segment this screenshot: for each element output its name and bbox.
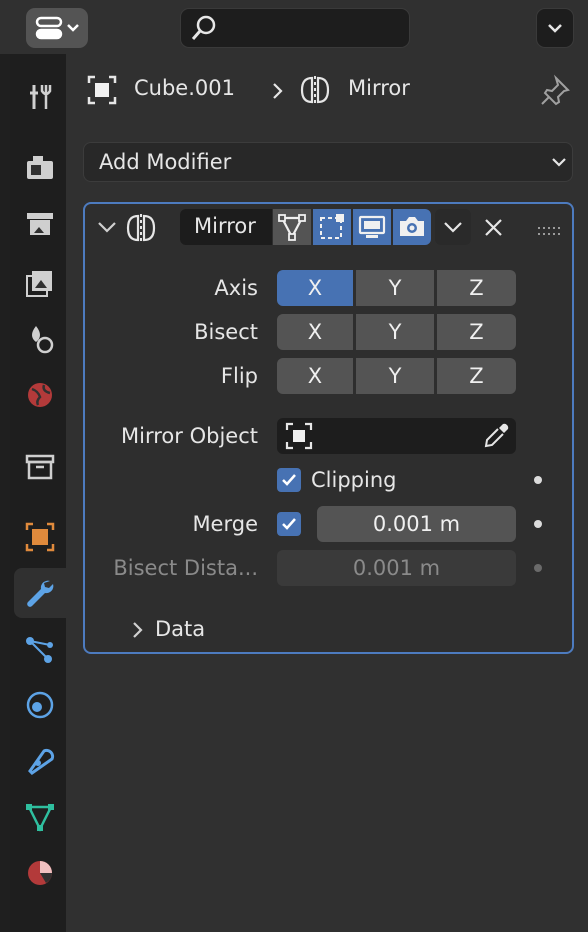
- tab-output[interactable]: [14, 198, 66, 248]
- on-cage-icon: [320, 214, 344, 239]
- bisect-label: Bisect: [194, 320, 258, 344]
- flip-x-toggle[interactable]: X: [277, 358, 353, 394]
- tab-modifiers[interactable]: [14, 568, 66, 618]
- editor-type-icon: [35, 16, 79, 40]
- search-input[interactable]: [180, 8, 410, 48]
- keyframe-dot-icon: [534, 564, 542, 572]
- data-subpanel-header[interactable]: Data: [155, 617, 205, 641]
- bisect-distance-label: Bisect Dista...: [113, 556, 258, 580]
- object-icon: [86, 74, 118, 106]
- flip-label: Flip: [220, 364, 258, 388]
- chevron-down-icon: [552, 158, 566, 167]
- flip-y-toggle[interactable]: Y: [356, 358, 434, 394]
- clipping-label: Clipping: [311, 468, 397, 492]
- mirror-modifier-icon: [298, 74, 332, 106]
- add-modifier-label: Add Modifier: [99, 150, 232, 174]
- tab-constraints[interactable]: [14, 736, 66, 786]
- area-edge: [0, 54, 10, 932]
- add-modifier-dropdown[interactable]: Add Modifier: [83, 142, 573, 182]
- bisect-y-toggle[interactable]: Y: [356, 314, 434, 350]
- world-icon: [28, 383, 52, 407]
- edit-mode-icon: [278, 214, 306, 241]
- axis-x-toggle[interactable]: X: [277, 270, 353, 306]
- tab-collection[interactable]: [14, 442, 66, 492]
- viewport-display-toggle[interactable]: [353, 209, 391, 245]
- tab-scene[interactable]: [14, 314, 66, 364]
- axis-label: Axis: [214, 276, 258, 300]
- options-dropdown-button[interactable]: [536, 8, 574, 48]
- chevron-down-icon: [444, 222, 462, 233]
- mirror-object-field[interactable]: [277, 418, 516, 454]
- collapse-chevron-icon[interactable]: [96, 216, 118, 238]
- tab-physics[interactable]: [14, 680, 66, 730]
- merge-distance-field[interactable]: 0.001 m: [317, 506, 516, 542]
- render-toggle[interactable]: [393, 209, 431, 245]
- breadcrumb-modifier-name: Mirror: [348, 76, 410, 100]
- flip-z-toggle[interactable]: Z: [437, 358, 516, 394]
- modifier-name-field[interactable]: Mirror: [180, 209, 272, 245]
- chevron-down-icon: [548, 24, 562, 33]
- bisect-x-toggle[interactable]: X: [277, 314, 353, 350]
- editor-type-button[interactable]: [26, 8, 88, 48]
- wrench-icon: [27, 580, 54, 607]
- keyframe-dot-icon[interactable]: [534, 476, 542, 484]
- clipping-checkbox[interactable]: [277, 468, 301, 492]
- axis-z-toggle[interactable]: Z: [437, 270, 516, 306]
- material-icon: [28, 861, 52, 885]
- merge-label: Merge: [192, 512, 258, 536]
- mirror-modifier-icon: [124, 212, 158, 244]
- modifier-extras-dropdown[interactable]: [435, 209, 471, 245]
- close-icon[interactable]: [480, 214, 508, 242]
- tab-render[interactable]: [14, 142, 66, 192]
- tool-icon: [30, 85, 52, 109]
- modifier-name-text: Mirror: [194, 214, 256, 238]
- physics-icon: [26, 691, 54, 719]
- axis-y-toggle[interactable]: Y: [356, 270, 434, 306]
- tab-world[interactable]: [14, 370, 66, 420]
- monitor-icon: [358, 215, 386, 238]
- collection-icon: [25, 454, 55, 480]
- pin-icon[interactable]: [538, 74, 572, 108]
- view-layer-icon: [26, 271, 52, 297]
- drag-handle-icon[interactable]: [536, 220, 562, 235]
- breadcrumb-separator-icon: [268, 78, 288, 104]
- expand-chevron-icon[interactable]: [128, 618, 148, 642]
- render-icon: [27, 156, 53, 179]
- mirror-object-label: Mirror Object: [121, 424, 258, 448]
- constraints-icon: [28, 748, 55, 775]
- keyframe-dot-icon[interactable]: [534, 520, 542, 528]
- edit-mode-toggle[interactable]: [273, 209, 311, 245]
- search-icon: [191, 15, 216, 40]
- merge-checkbox[interactable]: [277, 512, 301, 536]
- scene-icon: [32, 326, 54, 354]
- on-cage-toggle[interactable]: [313, 209, 351, 245]
- tab-tool[interactable]: [14, 72, 66, 122]
- camera-icon: [400, 217, 424, 236]
- breadcrumb-object-name: Cube.001: [134, 76, 235, 100]
- checkmark-icon: [282, 474, 296, 486]
- bisect-distance-field: 0.001 m: [277, 550, 516, 586]
- tab-object-data[interactable]: [14, 792, 66, 842]
- tab-view-layer[interactable]: [14, 258, 66, 308]
- bisect-z-toggle[interactable]: Z: [437, 314, 516, 350]
- checkmark-icon: [282, 518, 296, 530]
- object-icon: [285, 422, 313, 450]
- tab-particles[interactable]: [14, 624, 66, 674]
- output-icon: [27, 213, 53, 235]
- tab-object[interactable]: [14, 512, 66, 562]
- tab-material[interactable]: [14, 848, 66, 898]
- eyedropper-icon[interactable]: [481, 420, 511, 452]
- object-icon: [25, 522, 55, 552]
- mesh-data-icon: [26, 804, 54, 832]
- particles-icon: [26, 637, 53, 663]
